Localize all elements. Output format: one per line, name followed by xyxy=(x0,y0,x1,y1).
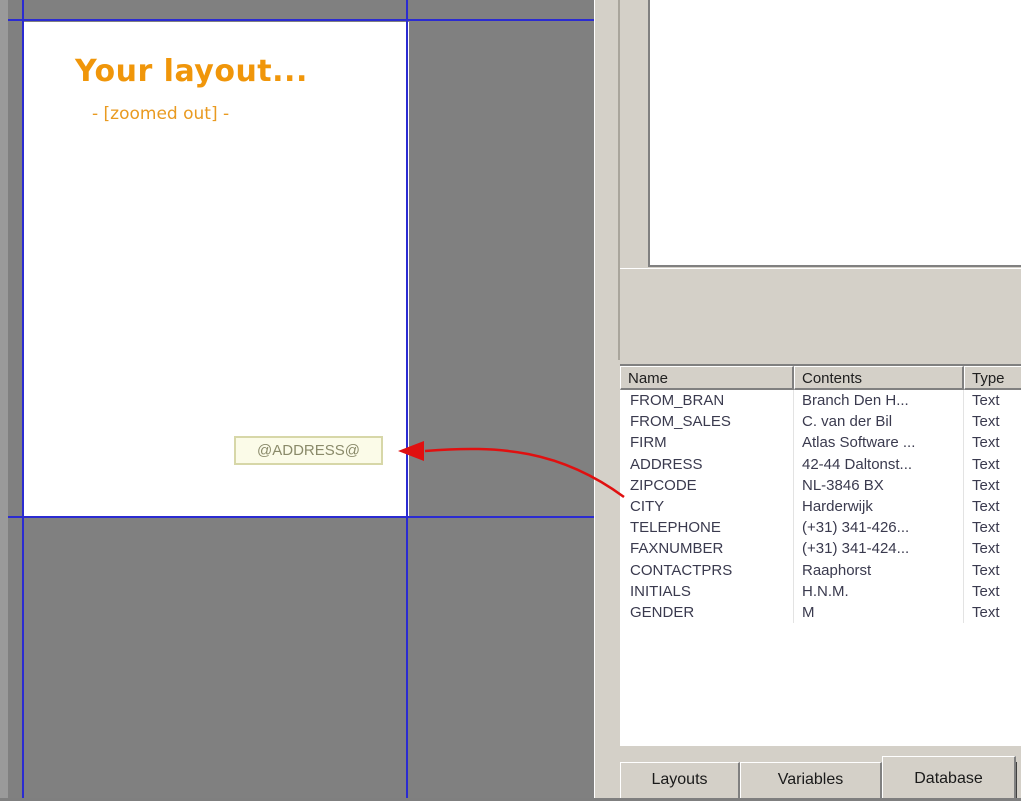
field-type: Text xyxy=(972,519,1000,537)
table-row[interactable]: FIRM Atlas Software ... Text xyxy=(620,432,1021,454)
field-name: INITIALS xyxy=(620,580,794,602)
field-contents: Atlas Software ... xyxy=(794,432,964,454)
field-contents: Branch Den H... xyxy=(794,390,964,412)
field-name: FAXNUMBER xyxy=(620,538,794,560)
field-name: FROM_BRAN xyxy=(620,390,794,412)
table-row[interactable]: CONTACTPRS Raaphorst Text xyxy=(620,559,1021,581)
field-type: Text xyxy=(972,603,1000,621)
field-type: Text xyxy=(972,392,1000,409)
field-contents: NL-3846 BX xyxy=(794,474,964,496)
field-type: Text xyxy=(972,540,1000,558)
field-type: Text xyxy=(972,561,1000,579)
field-name: ZIPCODE xyxy=(620,474,794,496)
layout-canvas[interactable]: Your layout... - [zoomed out] - @ADDRESS… xyxy=(0,0,594,798)
table-row[interactable]: ADDRESS 42-44 Daltonst... Text xyxy=(620,453,1021,475)
layout-title: Your layout... xyxy=(75,54,308,89)
field-contents: C. van der Bil xyxy=(794,411,964,433)
field-type: Text xyxy=(972,582,1000,600)
field-name: FIRM xyxy=(620,432,794,454)
field-rows: FROM_BRAN Branch Den H... Text FROM_SALES C.… xyxy=(620,390,1021,624)
tab-variables[interactable]: Variables xyxy=(740,762,882,798)
field-type: Text xyxy=(972,476,1000,494)
table-row[interactable]: FAXNUMBER (+31) 341-424... Text xyxy=(620,538,1021,560)
zoom-caption: - [zoomed out] - xyxy=(92,104,230,124)
field-name: TELEPHONE xyxy=(620,517,794,539)
guide-line-horizontal-top[interactable] xyxy=(8,19,594,21)
canvas-left-margin xyxy=(0,0,8,798)
field-type: Text xyxy=(972,497,1000,515)
table-row[interactable]: INITIALS H.N.M. Text xyxy=(620,580,1021,602)
field-type: Text xyxy=(972,455,1000,473)
field-name: CONTACTPRS xyxy=(620,559,794,581)
field-contents: H.N.M. xyxy=(794,580,964,602)
field-contents: (+31) 341-424... xyxy=(794,538,964,560)
column-header-name[interactable]: Name xyxy=(620,366,794,390)
tab-overflow-edge xyxy=(1016,762,1021,798)
field-contents: (+31) 341-426... xyxy=(794,517,964,539)
field-name: FROM_SALES xyxy=(620,411,794,433)
panel-tab-bar: Layouts Variables Database xyxy=(620,746,1021,798)
field-type: Text xyxy=(972,413,1000,431)
table-row[interactable]: GENDER M Text xyxy=(620,601,1021,624)
table-row[interactable]: ZIPCODE NL-3846 BX Text xyxy=(620,474,1021,496)
field-contents: M xyxy=(794,601,964,624)
table-row[interactable]: CITY Harderwijk Text xyxy=(620,495,1021,518)
guide-line-vertical-left[interactable] xyxy=(22,0,24,798)
column-header-type[interactable]: Type xyxy=(964,366,1021,390)
panel-splitter[interactable] xyxy=(594,0,620,798)
database-panel: Name Contents Type FROM_BRAN Branch Den H… xyxy=(620,0,1021,798)
column-headers: Name Contents Type xyxy=(620,366,1021,390)
field-contents: 42-44 Daltonst... xyxy=(794,453,964,475)
column-header-contents[interactable]: Contents xyxy=(794,366,964,390)
field-name: ADDRESS xyxy=(620,453,794,475)
field-contents: Raaphorst xyxy=(794,559,964,581)
field-type: Text xyxy=(972,434,1000,452)
properties-area xyxy=(620,268,1021,365)
tab-layouts[interactable]: Layouts xyxy=(620,762,740,798)
table-row[interactable]: TELEPHONE (+31) 341-426... Text xyxy=(620,517,1021,539)
field-name: CITY xyxy=(620,495,794,518)
preview-pane xyxy=(648,0,1021,267)
table-row[interactable]: FROM_SALES C. van der Bil Text xyxy=(620,411,1021,433)
address-field-placeholder[interactable]: @ADDRESS@ xyxy=(234,436,383,465)
field-name: GENDER xyxy=(620,601,794,624)
guide-line-horizontal-bottom[interactable] xyxy=(8,516,594,518)
table-row[interactable]: FROM_BRAN Branch Den H... Text xyxy=(620,390,1021,412)
database-field-list[interactable]: Name Contents Type FROM_BRAN Branch Den H… xyxy=(620,364,1021,746)
tab-database[interactable]: Database xyxy=(882,756,1016,798)
field-contents: Harderwijk xyxy=(794,495,964,518)
guide-line-vertical-right[interactable] xyxy=(406,0,408,798)
